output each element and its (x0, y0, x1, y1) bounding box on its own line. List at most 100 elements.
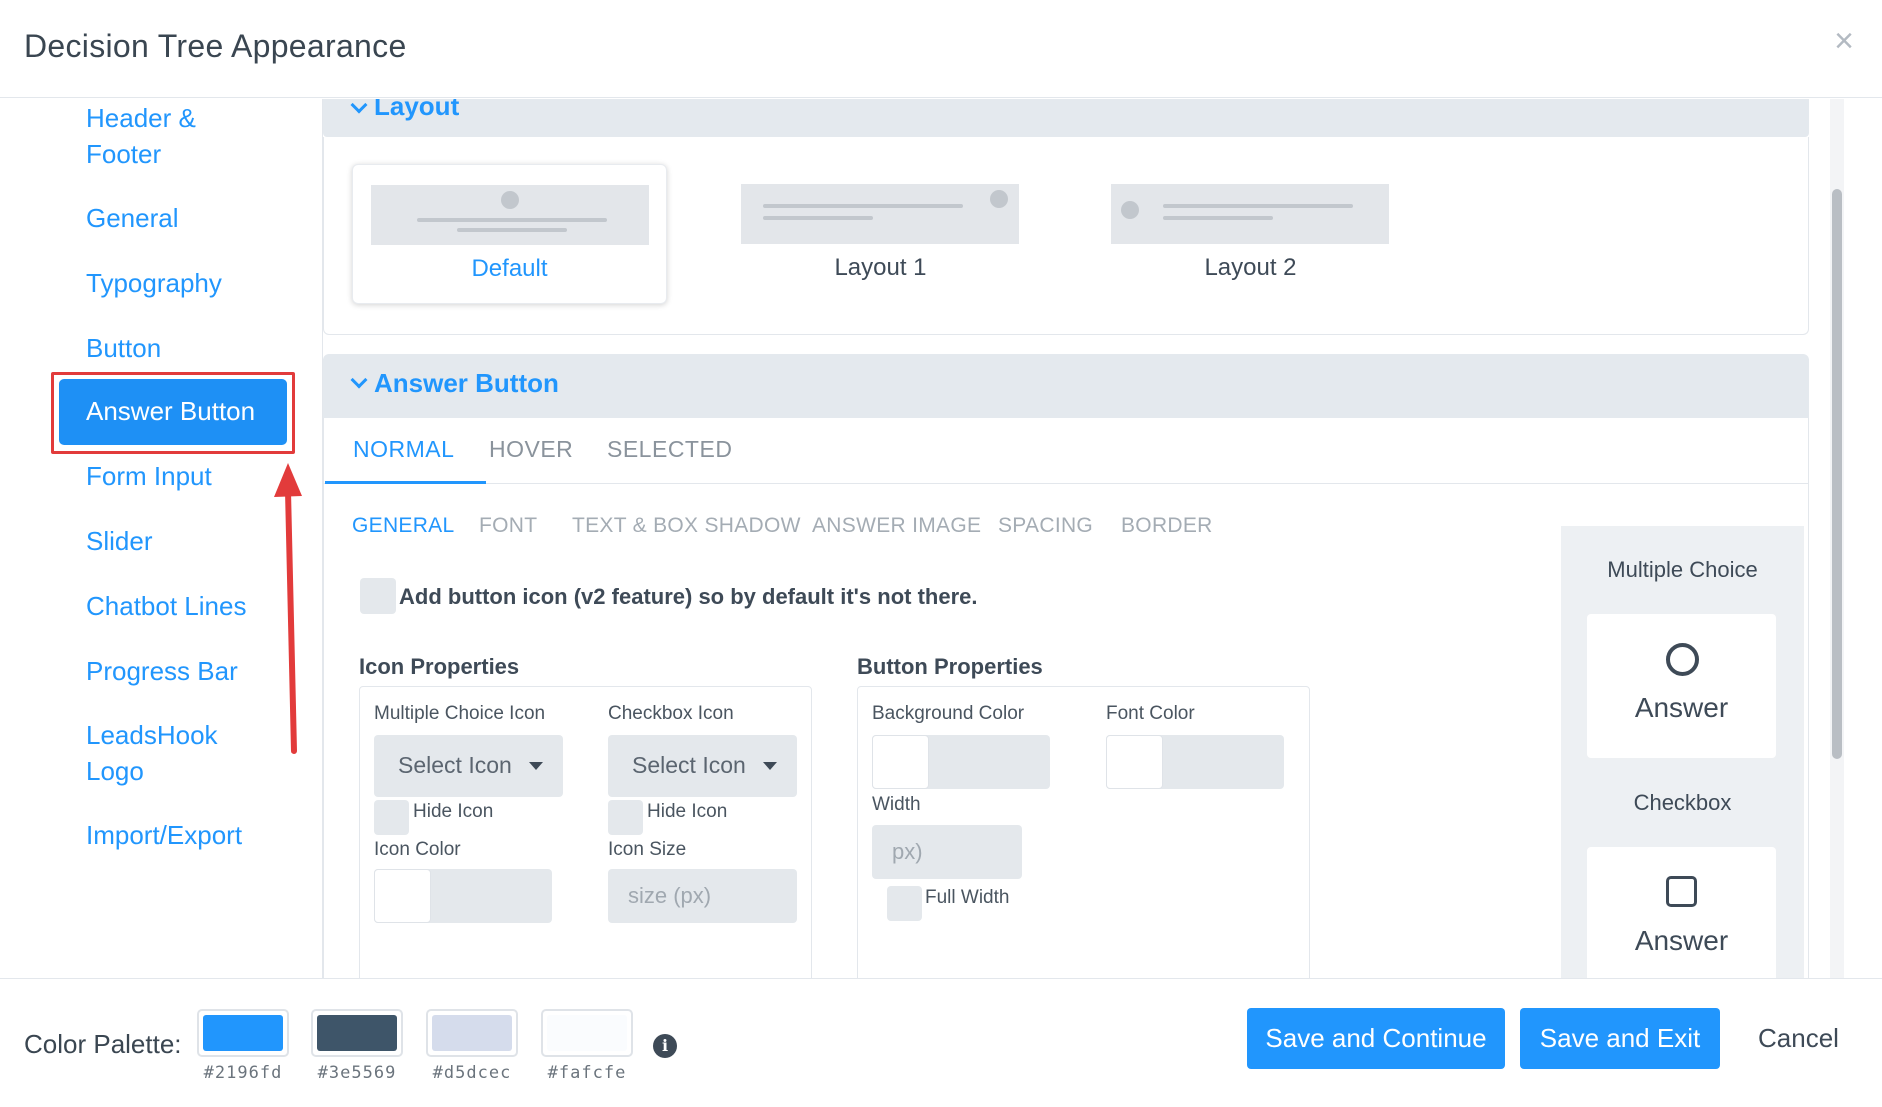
layout-thumbnail (741, 184, 1019, 244)
sidebar-item-label: Header & (86, 103, 196, 133)
answer-button-panel: NORMAL HOVER SELECTED GENERAL FONT TEXT … (323, 418, 1809, 978)
tab-hover[interactable]: HOVER (489, 436, 573, 463)
checkbox-square-icon (1666, 876, 1697, 907)
state-tabs: NORMAL HOVER SELECTED (324, 418, 1808, 484)
layout-option-label: Layout 2 (1204, 254, 1297, 281)
sidebar-item-leadshook-logo[interactable]: LeadsHook Logo (86, 717, 218, 789)
layout-thumbnail (371, 185, 649, 245)
icon-color-label: Icon Color (374, 839, 461, 860)
main-content: Layout Default Layout 1 Layout 2 Answer … (323, 99, 1844, 978)
sidebar-item-label: Footer (86, 139, 162, 169)
subtab-general[interactable]: GENERAL (352, 514, 454, 538)
sidebar-item-answer-button[interactable]: Answer Button (59, 379, 287, 445)
caret-down-icon (763, 762, 777, 770)
sidebar-item-chatbot-lines[interactable]: Chatbot Lines (86, 588, 246, 624)
tab-selected[interactable]: SELECTED (607, 436, 732, 463)
scrollbar-thumb[interactable] (1832, 189, 1842, 759)
palette-color-fill (317, 1015, 397, 1051)
save-and-exit-button[interactable]: Save and Exit (1520, 1008, 1720, 1069)
preview-multiple-choice-label: Multiple Choice (1607, 557, 1758, 582)
palette-hex-code: #fafcfe (547, 1063, 627, 1083)
close-icon[interactable]: × (1834, 24, 1854, 58)
palette-hex-code: #3e5569 (317, 1063, 397, 1083)
chevron-down-icon (350, 371, 368, 389)
answer-button-preview: Multiple Choice Answer Checkbox Answer (1561, 526, 1804, 978)
sidebar-item-progress-bar[interactable]: Progress Bar (86, 653, 238, 689)
icon-size-input[interactable]: size (px) (608, 869, 797, 923)
caret-down-icon (529, 762, 543, 770)
tab-normal[interactable]: NORMAL (353, 436, 454, 463)
radio-circle-icon (1666, 643, 1699, 676)
sidebar-item-button[interactable]: Button (86, 330, 161, 366)
palette-color-fill (432, 1015, 512, 1051)
layout-thumbnail (1111, 184, 1389, 244)
modal-footer: Color Palette: #2196fd #3e5569 #d5dcec #… (0, 978, 1882, 1107)
color-swatch (374, 869, 431, 923)
width-input[interactable]: px) (872, 825, 1022, 879)
subtab-answer-image[interactable]: ANSWER IMAGE (812, 514, 981, 538)
active-tab-indicator (325, 481, 486, 484)
multiple-choice-icon-label: Multiple Choice Icon (374, 703, 546, 724)
settings-sidebar: Header & Footer General Typography Butto… (22, 99, 323, 978)
hide-multiple-choice-icon-checkbox[interactable] (374, 800, 409, 835)
multiple-choice-icon-select[interactable]: Select Icon (374, 735, 563, 797)
select-value: Select Icon (398, 752, 512, 778)
add-button-icon-checkbox[interactable] (360, 578, 396, 614)
checkbox-icon-select[interactable]: Select Icon (608, 735, 797, 797)
background-color-label: Background Color (872, 703, 1025, 724)
color-swatch (872, 735, 929, 789)
color-palette-label: Color Palette: (24, 1029, 182, 1059)
info-icon[interactable]: i (653, 1034, 677, 1058)
sidebar-item-general[interactable]: General (86, 200, 179, 236)
answer-button-section-header[interactable]: Answer Button (323, 354, 1809, 418)
palette-hex-code: #2196fd (203, 1063, 283, 1083)
preview-answer-text: Answer (1634, 925, 1729, 956)
modal-body: Header & Footer General Typography Butto… (22, 99, 1844, 978)
scrollbar-track[interactable] (1830, 99, 1844, 978)
palette-color-fill (203, 1015, 283, 1051)
palette-swatch-3[interactable]: #d5dcec (426, 1009, 518, 1083)
layout-section-header[interactable]: Layout (323, 99, 1809, 137)
hide-checkbox-icon-checkbox[interactable] (608, 800, 643, 835)
icon-properties-group: Multiple Choice Icon Select Icon Checkbo… (359, 686, 812, 978)
icon-properties-title: Icon Properties (359, 654, 520, 679)
layout-option-layout-2[interactable]: Layout 2 (1093, 164, 1408, 304)
subtab-font[interactable]: FONT (479, 514, 537, 538)
button-properties-title: Button Properties (857, 654, 1043, 679)
save-and-continue-button[interactable]: Save and Continue (1247, 1008, 1505, 1069)
sidebar-item-typography[interactable]: Typography (86, 265, 222, 301)
palette-swatch-4[interactable]: #fafcfe (541, 1009, 633, 1083)
preview-answer-text: Answer (1634, 692, 1729, 723)
background-color-picker[interactable] (872, 735, 1050, 789)
layout-option-layout-1[interactable]: Layout 1 (723, 164, 1038, 304)
palette-hex-code: #d5dcec (432, 1063, 512, 1083)
full-width-checkbox[interactable] (887, 886, 922, 921)
hide-icon-label: Hide Icon (647, 801, 728, 822)
button-properties-group: Background Color Font Color Width px) Fu… (857, 686, 1310, 978)
layout-panel: Default Layout 1 Layout 2 (323, 137, 1809, 335)
chevron-down-icon (350, 99, 368, 114)
modal-header: Decision Tree Appearance × (0, 0, 1882, 98)
font-color-picker[interactable] (1106, 735, 1284, 789)
answer-button-section-title: Answer Button (374, 368, 559, 398)
select-value: Select Icon (632, 752, 746, 778)
sidebar-item-form-input[interactable]: Form Input (86, 458, 212, 494)
icon-color-picker[interactable] (374, 869, 552, 923)
cancel-button[interactable]: Cancel (1758, 1023, 1839, 1054)
subtab-spacing[interactable]: SPACING (998, 514, 1093, 538)
preview-checkbox-label: Checkbox (1633, 790, 1732, 815)
layout-section-title: Layout (374, 99, 460, 121)
icon-size-label: Icon Size (608, 839, 687, 860)
sidebar-item-slider[interactable]: Slider (86, 523, 152, 559)
layout-option-label: Layout 1 (834, 254, 927, 281)
subtab-border[interactable]: BORDER (1121, 514, 1213, 538)
annotation-arrow-icon (274, 463, 302, 754)
subtab-text-box-shadow[interactable]: TEXT & BOX SHADOW (572, 514, 801, 538)
layout-option-default[interactable]: Default (352, 164, 667, 304)
sidebar-item-import-export[interactable]: Import/Export (86, 817, 242, 853)
sidebar-item-header-footer[interactable]: Header & Footer (86, 100, 196, 172)
color-swatch (1106, 735, 1163, 789)
palette-swatch-1[interactable]: #2196fd (197, 1009, 289, 1083)
palette-swatch-2[interactable]: #3e5569 (311, 1009, 403, 1083)
sidebar-item-label: Logo (86, 756, 144, 786)
